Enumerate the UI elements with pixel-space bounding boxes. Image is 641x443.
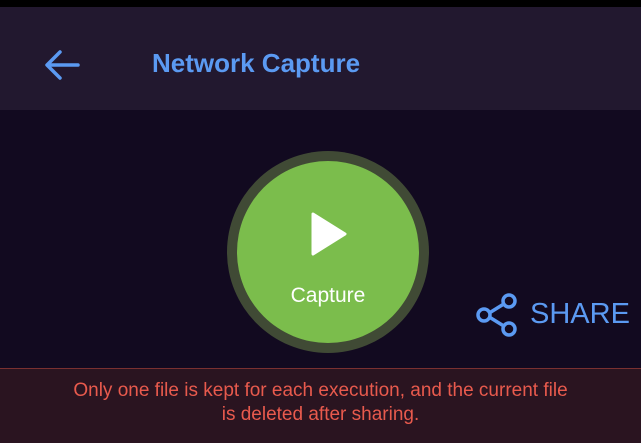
notice-text: Only one file is kept for each execution… — [0, 379, 641, 427]
notice-line-1: Only one file is kept for each execution… — [73, 380, 568, 401]
app-bar: Network Capture — [0, 7, 641, 110]
arrow-left-icon — [45, 50, 80, 80]
notice-line-2: is deleted after sharing. — [221, 404, 420, 425]
capture-button[interactable]: Capture — [237, 161, 419, 343]
info-notice: Only one file is kept for each execution… — [0, 368, 641, 443]
share-icon — [476, 293, 517, 337]
capture-button-label: Capture — [290, 284, 366, 307]
play-icon — [311, 212, 347, 256]
status-strip — [0, 0, 641, 7]
back-button[interactable] — [42, 45, 82, 85]
page-title: Network Capture — [152, 48, 361, 78]
share-button-label: SHARE — [530, 298, 630, 330]
